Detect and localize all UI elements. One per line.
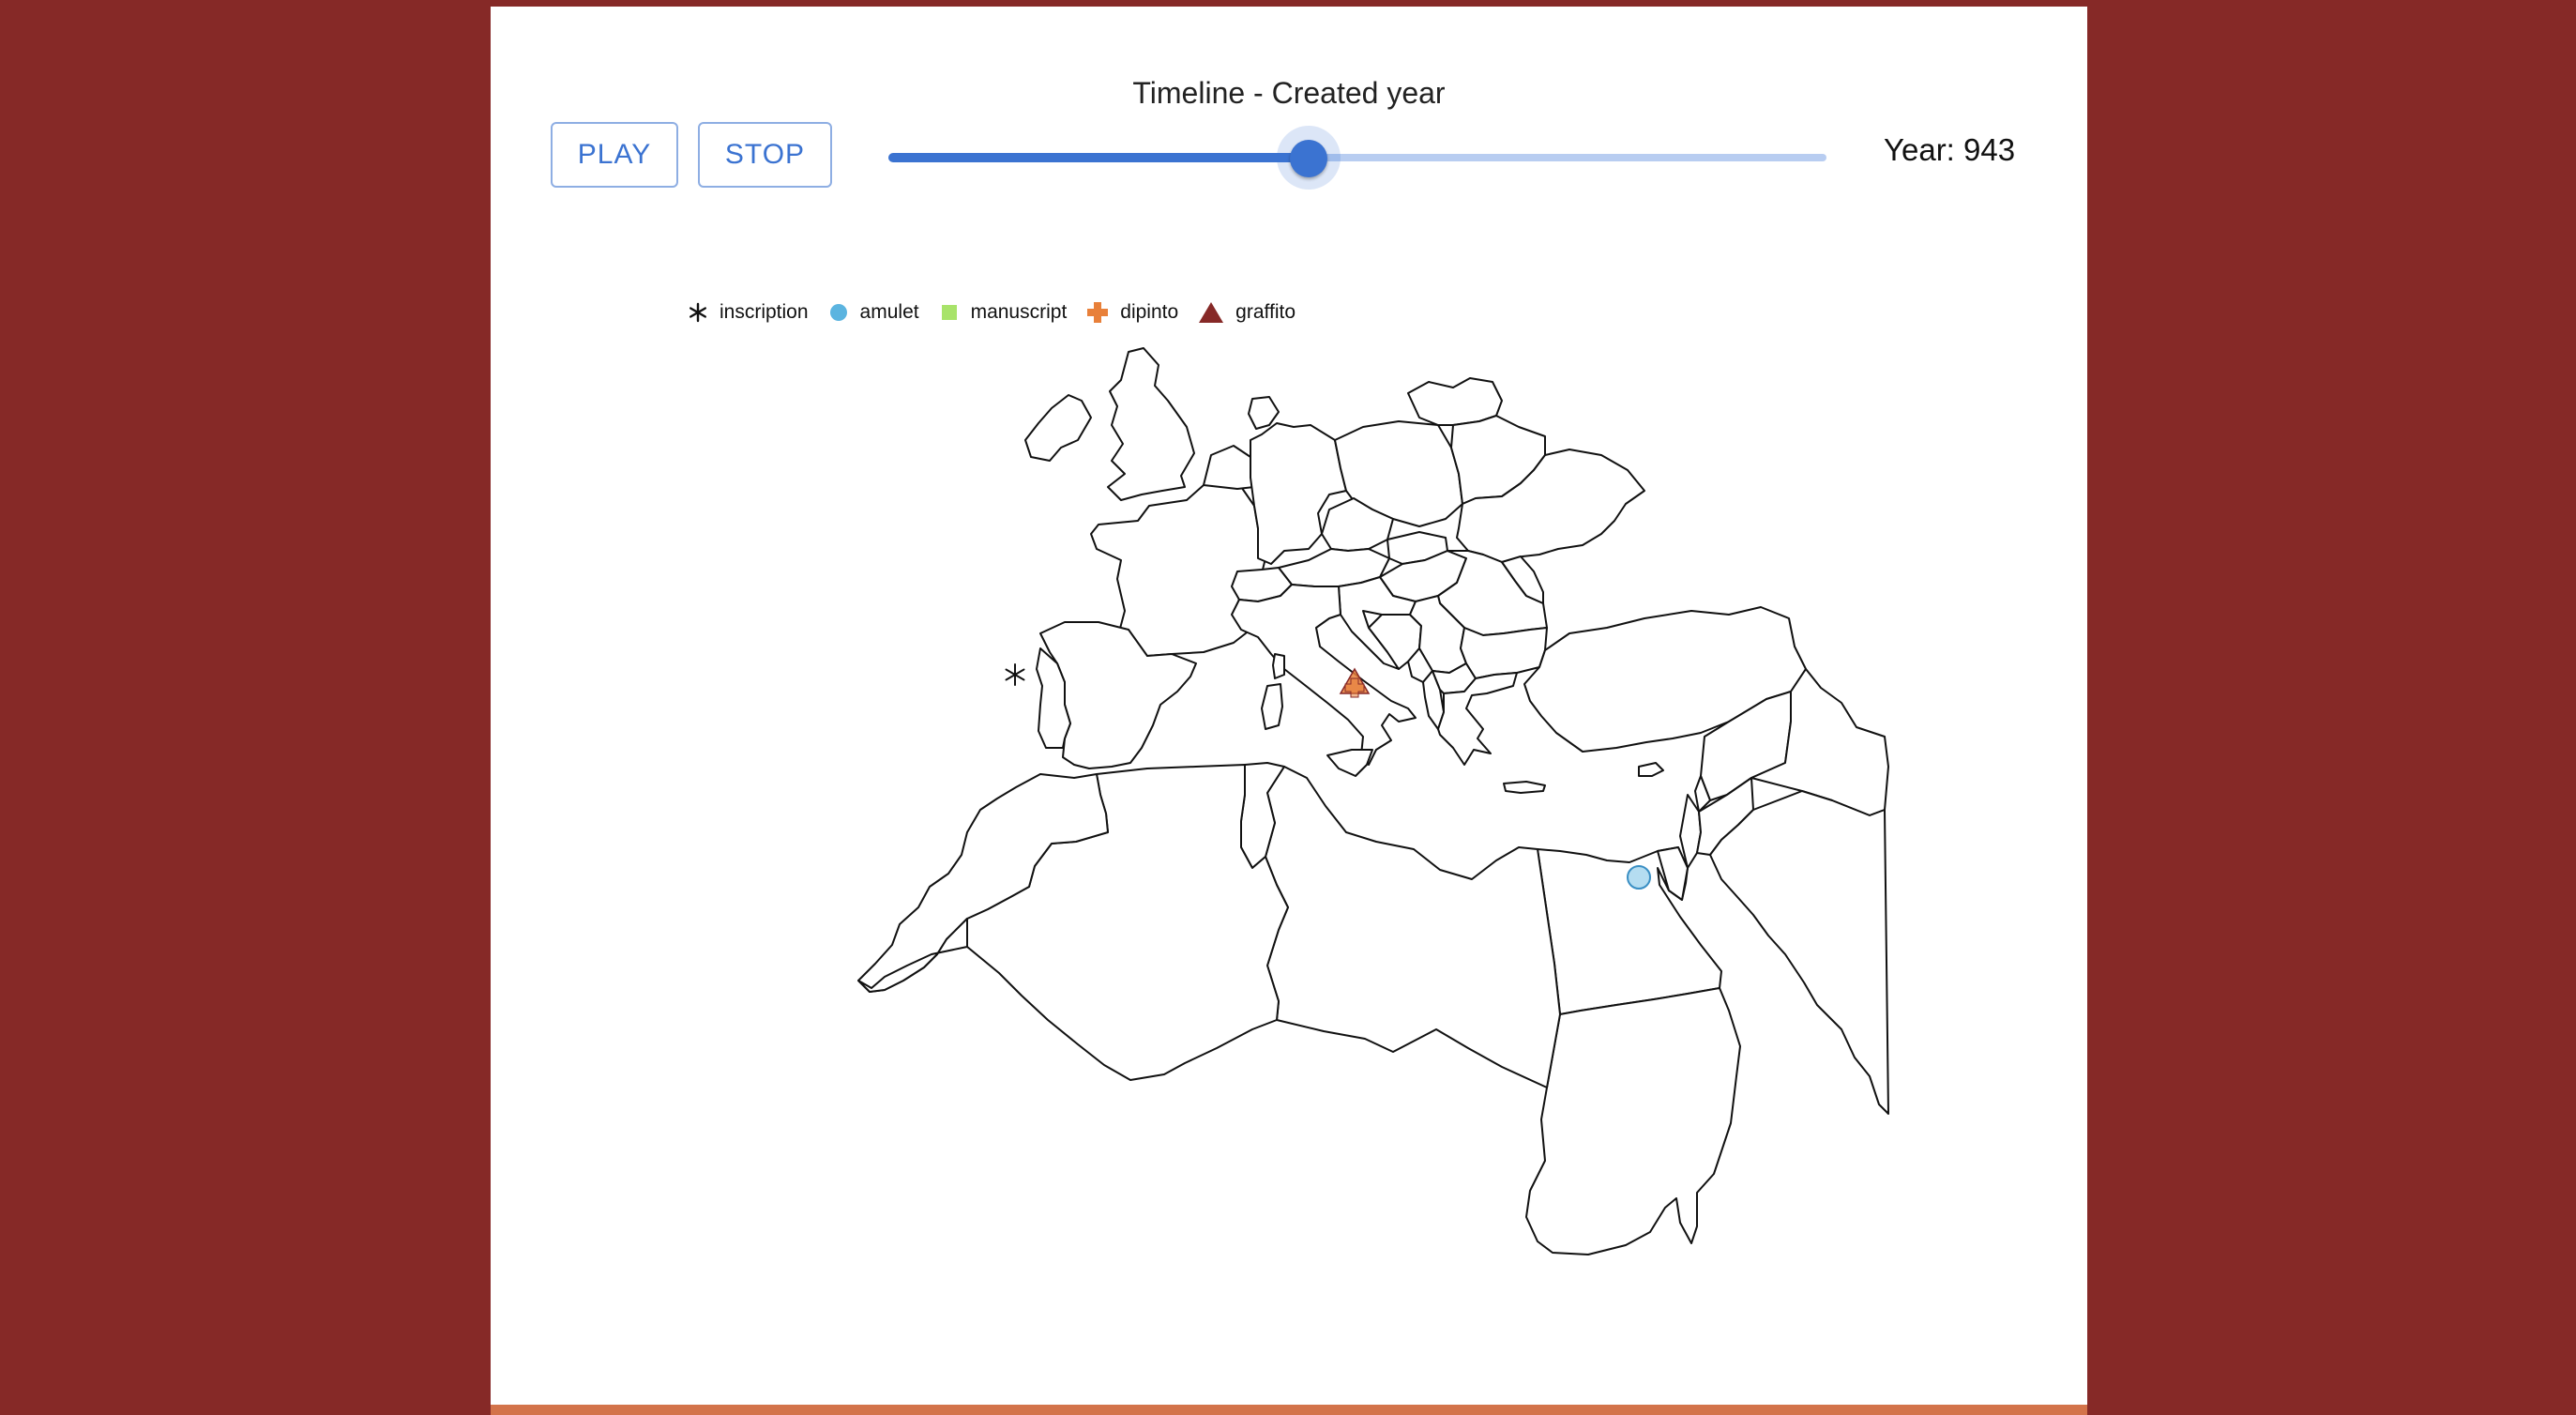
country-bulgaria [1460,627,1548,679]
country-great-britain [1107,347,1195,501]
map-canvas[interactable] [491,7,2087,1415]
island-crete [1503,781,1546,794]
main-panel: Timeline - Created year PLAY STOP Year: … [491,7,2087,1415]
marker-inscription[interactable] [1005,663,1025,686]
island-cyprus [1638,762,1664,777]
country-benelux [1203,445,1255,490]
island-corsica [1272,653,1285,679]
country-borders [857,347,1889,1255]
island-sicily [1326,749,1373,777]
bottom-accent-bar [491,1405,2087,1415]
island-sardinia [1261,683,1283,730]
country-ireland [1024,394,1092,462]
marker-amulet[interactable] [1627,865,1651,890]
country-libya [1265,766,1561,1088]
